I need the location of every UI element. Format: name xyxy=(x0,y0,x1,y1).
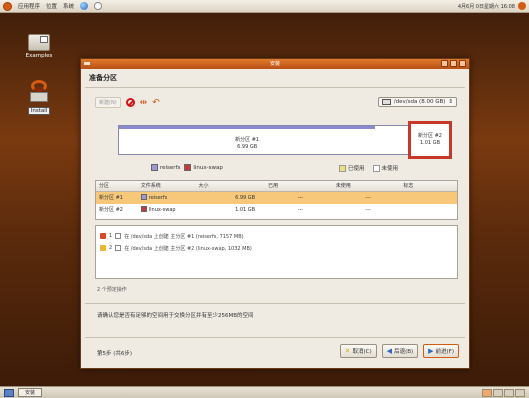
cell-used: --- xyxy=(297,207,304,213)
desktop-icon-install[interactable]: Install xyxy=(14,80,64,115)
ubuntu-logo-icon[interactable] xyxy=(3,1,12,11)
partition-map: 新分区 #1 6.99 GB xyxy=(118,125,418,155)
bottom-panel: 安装 xyxy=(0,386,529,398)
workspace-4[interactable] xyxy=(515,389,525,397)
cell-unused: --- xyxy=(365,195,371,201)
device-select[interactable]: /dev/sda (8.00 GB) ⇕ xyxy=(377,97,457,107)
window-title: 安装 xyxy=(269,61,280,67)
browser-icon[interactable] xyxy=(80,2,89,10)
back-arrow-icon: ◀ xyxy=(386,347,393,355)
menu-applications[interactable]: 应用程序 xyxy=(18,2,40,10)
cancel-icon: ✕ xyxy=(344,347,351,355)
power-icon[interactable] xyxy=(518,2,526,10)
segment-size: 6.99 GB xyxy=(237,144,258,150)
partition-toolbar: 新建(N) ⇹ ↶ xyxy=(95,97,160,108)
segment-name: 新分区 #2 xyxy=(418,133,442,139)
operation-item[interactable]: 1 在 /dev/sda 上创建 主分区 #1 (reiserfs, 7157 … xyxy=(100,230,453,242)
wizard-buttons: ✕ 取消(C) ◀ 后退(B) ▶ 前进(F) xyxy=(339,344,459,358)
legend-item-reiserfs: reiserfs xyxy=(151,164,180,171)
workspace-3[interactable] xyxy=(504,389,514,397)
forward-arrow-icon: ▶ xyxy=(428,347,434,355)
operation-checkbox[interactable] xyxy=(115,233,122,239)
operation-checkbox[interactable] xyxy=(115,245,122,251)
filesystem-legend: reiserfs linux-swap xyxy=(151,164,223,171)
cell-partition: 新分区 #2 xyxy=(99,207,123,213)
workspace-switcher[interactable] xyxy=(482,389,525,397)
desktop-icon-label: Install xyxy=(27,107,51,115)
delete-partition-icon[interactable] xyxy=(125,98,135,107)
partition-map-segment-1[interactable]: 新分区 #1 6.99 GB xyxy=(119,126,376,154)
column-header[interactable]: 未使用 xyxy=(333,181,401,191)
divider xyxy=(85,303,465,304)
divider xyxy=(85,337,465,338)
notice-text: 请确认您是否有足够的空间用于交换分区并有至少256MB的空间 xyxy=(97,313,254,319)
cell-flags xyxy=(400,204,457,216)
harddisk-icon xyxy=(381,99,391,105)
maximize-button[interactable] xyxy=(450,60,457,67)
back-button[interactable]: ◀ 后退(B) xyxy=(381,344,419,358)
operation-text: 在 /dev/sda 上创建 主分区 #2 (linux-swap, 1032 … xyxy=(124,245,252,252)
folder-icon xyxy=(28,34,50,51)
cell-size: 6.99 GB xyxy=(235,195,256,201)
menu-places[interactable]: 位置 xyxy=(46,2,57,10)
partition-map-segment-2[interactable]: 新分区 #2 1.01 GB xyxy=(408,121,452,159)
usage-legend: 已使用 未使用 xyxy=(339,164,398,172)
minimize-button[interactable] xyxy=(441,60,448,67)
cell-used: --- xyxy=(297,195,304,201)
workspace-2[interactable] xyxy=(493,389,503,397)
segment-size: 1.01 GB xyxy=(419,140,441,146)
column-header[interactable]: 大小 xyxy=(195,181,265,191)
table-header: 分区 文件系统 大小 已用 未使用 标志 xyxy=(96,181,457,192)
window-titlebar[interactable]: 安装 xyxy=(81,59,469,69)
legend-item-swap: linux-swap xyxy=(184,164,223,171)
operations-list: 1 在 /dev/sda 上创建 主分区 #1 (reiserfs, 7157 … xyxy=(95,225,458,279)
cell-unused: --- xyxy=(365,207,371,213)
segment-name: 新分区 #1 xyxy=(235,137,260,143)
table-row[interactable]: 新分区 #2 linux-swap 1.01 GB --- --- xyxy=(96,204,457,216)
column-header[interactable]: 分区 xyxy=(96,181,138,191)
desktop-icon-examples[interactable]: Examples xyxy=(14,34,64,59)
top-menu: 应用程序 位置 系统 xyxy=(3,1,103,11)
device-label: /dev/sda (8.00 GB) xyxy=(393,99,446,105)
clock[interactable]: 4月6月 0日星期六 16:08 xyxy=(458,3,515,10)
cell-size: 1.01 GB xyxy=(235,207,256,213)
column-header[interactable]: 标志 xyxy=(400,181,457,191)
legend-item-unused: 未使用 xyxy=(372,164,398,172)
forward-button[interactable]: ▶ 前进(F) xyxy=(423,344,459,358)
chevron-updown-icon: ⇕ xyxy=(448,99,453,105)
show-desktop-icon[interactable] xyxy=(4,388,14,397)
installer-window: 安装 准备分区 新建(N) ⇹ ↶ /dev/sda (8.00 GB) ⇕ 新… xyxy=(80,58,470,369)
help-icon[interactable] xyxy=(94,2,103,10)
create-partition-icon xyxy=(100,245,106,251)
partition-table: 分区 文件系统 大小 已用 未使用 标志 新分区 #1 reiserfs 6.9… xyxy=(95,180,458,220)
installer-icon xyxy=(28,80,50,106)
step-indicator: 第5步 (共6步) xyxy=(97,351,133,357)
desktop-icon-label: Examples xyxy=(25,53,53,59)
close-button[interactable] xyxy=(459,60,466,67)
operation-number: 2 xyxy=(109,245,113,251)
operation-number: 1 xyxy=(109,233,113,239)
pending-operations-count: 2 个预定操作 xyxy=(97,287,127,293)
column-header[interactable]: 已用 xyxy=(265,181,333,191)
top-panel: 应用程序 位置 系统 4月6月 0日星期六 16:08 xyxy=(0,0,529,13)
cell-filesystem: linux-swap xyxy=(138,204,196,216)
table-row[interactable]: 新分区 #1 reiserfs 6.99 GB --- --- xyxy=(96,192,457,204)
new-partition-button[interactable]: 新建(N) xyxy=(95,97,121,108)
cell-filesystem: reiserfs xyxy=(138,192,196,204)
cancel-button[interactable]: ✕ 取消(C) xyxy=(339,344,377,358)
create-partition-icon xyxy=(100,233,106,239)
legend-item-used: 已使用 xyxy=(339,164,365,172)
divider xyxy=(85,87,465,88)
cell-partition: 新分区 #1 xyxy=(99,195,123,201)
resize-partition-icon[interactable]: ⇹ xyxy=(140,98,148,107)
page-title: 准备分区 xyxy=(89,74,117,82)
taskbar-button-installer[interactable]: 安装 xyxy=(18,388,43,397)
cell-flags xyxy=(400,192,457,204)
workspace-1[interactable] xyxy=(482,389,492,397)
operation-item[interactable]: 2 在 /dev/sda 上创建 主分区 #2 (linux-swap, 103… xyxy=(100,242,453,254)
undo-icon[interactable]: ↶ xyxy=(152,98,160,107)
menu-system[interactable]: 系统 xyxy=(63,2,74,10)
operation-text: 在 /dev/sda 上创建 主分区 #1 (reiserfs, 7157 MB… xyxy=(124,233,244,240)
column-header[interactable]: 文件系统 xyxy=(138,181,196,191)
